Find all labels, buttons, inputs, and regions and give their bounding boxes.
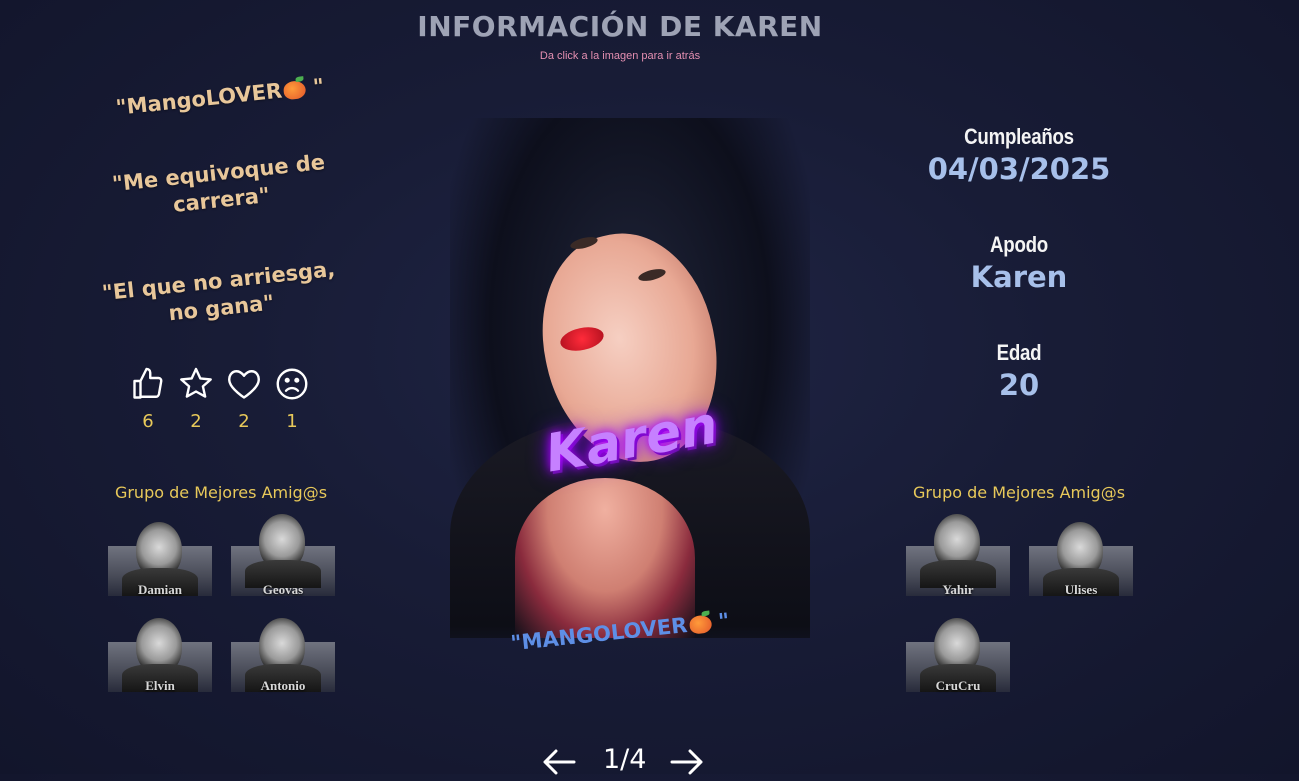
friend-name: Antonio [260,678,306,693]
arrow-left-icon [543,749,576,775]
friend-name: Elvin [145,678,175,693]
mango-icon [688,614,713,635]
nickname-value: Karen [970,260,1068,294]
birthday-label: Cumpleaños [964,124,1074,149]
star-count: 2 [190,411,202,432]
friend-card[interactable]: Damian [108,522,212,597]
sad-face-icon [276,368,308,400]
friend-name: CruCru [935,678,981,693]
friend-card[interactable]: Ulises [1029,522,1133,597]
nickname-block: Apodo Karen [869,232,1169,294]
reaction-heart[interactable]: 2 [224,366,264,432]
right-group-title: Grupo de Mejores Amig@s [912,483,1126,502]
sad-count: 1 [286,411,298,432]
birthday-block: Cumpleaños 04/03/2025 [869,124,1169,186]
age-label: Edad [996,340,1042,365]
page-indicator: 1/4 [603,744,647,775]
photo-caption-suffix: " [709,608,731,635]
quote-2: "Me equivoque de carrera" [110,149,327,217]
reaction-like[interactable]: 6 [128,366,168,432]
left-group-title: Grupo de Mejores Amig@s [114,483,328,502]
birthday-value: 04/03/2025 [927,152,1111,186]
pager: 1/4 [540,742,710,776]
friend-card[interactable]: Geovas [231,514,335,597]
friend-name: Geovas [262,582,304,597]
heart-icon [228,370,260,399]
friend-name: Damian [137,582,183,597]
profile-photo[interactable] [410,118,830,638]
heart-count: 2 [238,411,250,432]
next-page-button[interactable] [668,742,706,781]
page-title: INFORMACIÓN DE KAREN [417,10,823,43]
friend-card[interactable]: CruCru [906,618,1010,693]
thumbs-up-icon [133,367,163,399]
quote-1-text: "MangoLOVER [114,78,284,120]
quote-1: "MangoLOVER " [89,70,350,124]
star-icon [180,367,212,398]
arrow-right-icon [670,749,703,775]
page-subtitle: Da click a la imagen para ir atrás [539,50,701,62]
prev-page-button[interactable] [540,742,578,781]
friend-card[interactable]: Antonio [231,618,335,693]
friend-card[interactable]: Yahir [906,514,1010,597]
quote-3: "El que no arriesga, no gana" [100,256,337,326]
reaction-sad[interactable]: 1 [272,366,312,432]
friend-name: Yahir [942,582,974,597]
like-count: 6 [142,411,154,432]
age-block: Edad 20 [869,340,1169,402]
nickname-label: Apodo [990,232,1048,257]
age-value: 20 [998,368,1040,402]
friend-card[interactable]: Elvin [108,618,212,693]
friend-name: Ulises [1064,582,1098,597]
quote-1-suffix: " [304,74,326,100]
reaction-star[interactable]: 2 [176,366,216,432]
mango-icon [283,80,307,101]
